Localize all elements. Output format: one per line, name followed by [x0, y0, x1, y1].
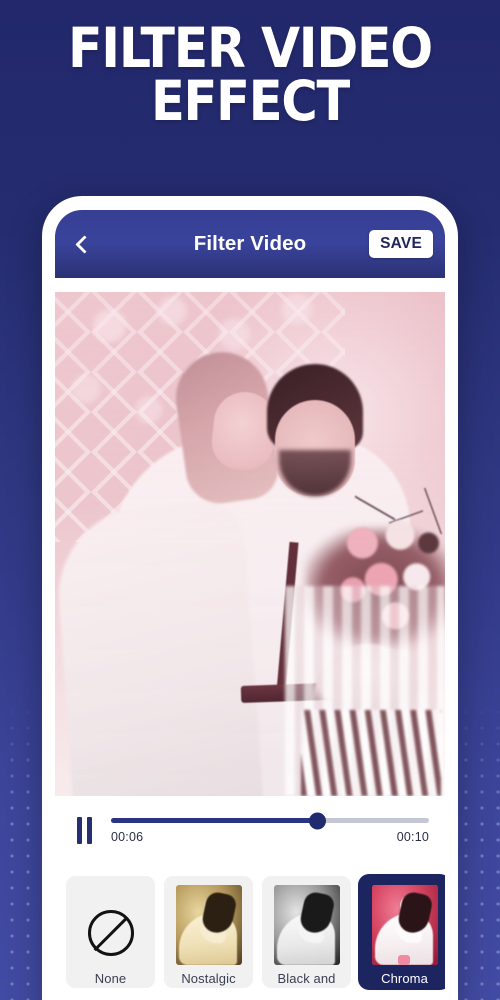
video-preview[interactable] [55, 292, 445, 796]
seek-slider[interactable] [111, 812, 429, 829]
pause-icon-bar-right [86, 816, 92, 844]
current-time-label: 00:06 [111, 830, 144, 844]
filter-label: Chroma [381, 971, 428, 986]
seek-column: 00:06 00:10 [111, 812, 429, 844]
filter-card-black-and-white[interactable]: Black and [262, 876, 351, 988]
filter-card-nostalgic[interactable]: Nostalgic [164, 876, 253, 988]
phone-mockup: Filter Video SAVE 00:06 00:10 None Nosta… [42, 196, 458, 1000]
headline-line-2: EFFECT [150, 69, 350, 134]
save-button[interactable]: SAVE [369, 229, 433, 259]
video-preview-container [55, 278, 445, 796]
filter-label: None [94, 971, 127, 986]
filter-label: Black and [277, 971, 336, 986]
filter-thumb-nostalgic [175, 885, 242, 965]
app-header: Filter Video SAVE [55, 210, 445, 278]
filter-thumb-none [78, 885, 144, 965]
promo-screenshot: FILTER VIDEO EFFECT Filter Video SAVE 00… [0, 0, 500, 1000]
time-row: 00:06 00:10 [111, 830, 429, 844]
total-time-label: 00:10 [396, 830, 429, 844]
filter-card-chroma[interactable]: Chroma [360, 876, 445, 988]
seek-thumb[interactable] [309, 812, 327, 829]
filter-label: Nostalgic [181, 971, 236, 986]
filter-thumb-black-and-white [273, 885, 340, 965]
back-button[interactable] [67, 224, 101, 264]
pause-button[interactable] [69, 815, 99, 845]
preview-chroma-tint [55, 292, 445, 796]
phone-screen: Filter Video SAVE 00:06 00:10 None Nosta… [55, 210, 445, 1000]
filter-list[interactable]: None Nostalgic Black and Chroma [55, 870, 445, 1000]
pause-icon-bar-left [76, 816, 82, 844]
chevron-left-icon [74, 234, 94, 254]
seek-progress-fill [111, 818, 318, 823]
filter-thumb-chroma [371, 885, 438, 965]
no-filter-icon [87, 909, 134, 956]
filter-card-none[interactable]: None [66, 876, 155, 988]
playback-controls: 00:06 00:10 [55, 796, 445, 870]
dot-pattern-left [0, 700, 46, 1000]
promo-headline: FILTER VIDEO EFFECT [0, 16, 500, 134]
dot-pattern-right [454, 700, 500, 1000]
headline-line-1: FILTER VIDEO [68, 16, 433, 80]
